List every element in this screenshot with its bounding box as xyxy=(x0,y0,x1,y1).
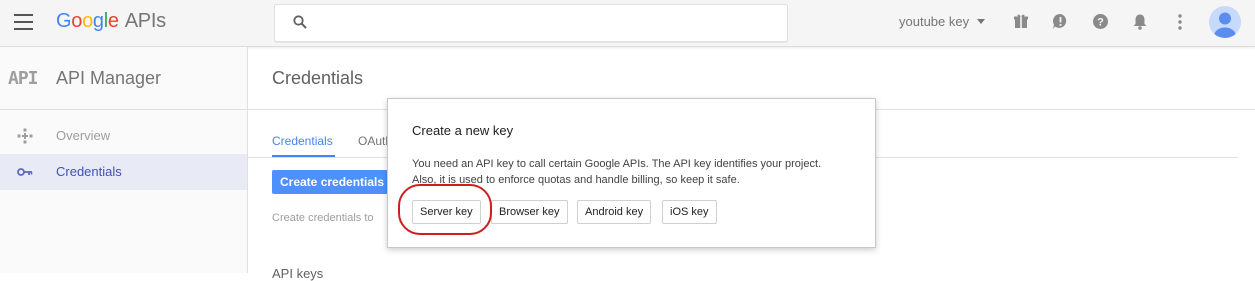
notifications-icon[interactable] xyxy=(1132,13,1150,31)
create-credentials-button[interactable]: Create credentials xyxy=(272,170,388,194)
help-icon[interactable]: ? xyxy=(1092,13,1110,31)
avatar[interactable] xyxy=(1209,6,1241,38)
search-icon xyxy=(293,15,307,34)
feedback-icon[interactable] xyxy=(1052,13,1070,31)
sidebar-title: API Manager xyxy=(56,68,162,88)
overview-icon xyxy=(17,128,33,149)
browser-key-button[interactable]: Browser key xyxy=(491,200,568,224)
tab-credentials[interactable]: Credentials xyxy=(272,134,333,148)
top-bar: Google APIs youtube key ? xyxy=(0,0,1255,47)
menu-icon[interactable] xyxy=(14,14,33,30)
logo-letter: G xyxy=(56,10,72,32)
svg-text:?: ? xyxy=(1097,17,1104,29)
more-vert-icon[interactable] xyxy=(1172,13,1190,31)
sidebar-item-label: Overview xyxy=(56,128,111,143)
sidebar-item-label: Credentials xyxy=(56,164,122,179)
search-bar[interactable] xyxy=(274,4,788,42)
logo-letter: o xyxy=(71,10,83,32)
annotation-highlight-circle xyxy=(398,184,492,235)
page-title: Credentials xyxy=(272,68,364,88)
project-selector[interactable]: youtube key xyxy=(899,14,986,29)
section-heading: API keys xyxy=(272,266,324,281)
logo-letter: o xyxy=(82,10,93,32)
api-manager-icon: API xyxy=(8,68,38,89)
dialog-description: You need an API key to call certain Goog… xyxy=(412,158,822,186)
google-apis-logo[interactable]: Google APIs xyxy=(56,10,166,33)
sidebar-item-credentials[interactable]: Credentials xyxy=(0,154,247,190)
chevron-down-icon xyxy=(977,19,986,24)
project-name: youtube key xyxy=(899,14,970,29)
logo-letter: g xyxy=(92,10,104,32)
sidebar-header: API API Manager xyxy=(0,47,247,110)
ios-key-button[interactable]: iOS key xyxy=(662,200,717,224)
hint-text: Create credentials to xyxy=(272,212,374,224)
sidebar: API API Manager Overview Credentials xyxy=(0,47,248,273)
logo-letter: e xyxy=(107,10,119,32)
key-icon xyxy=(17,164,33,185)
dialog-title: Create a new key xyxy=(412,123,514,138)
search-input[interactable] xyxy=(319,11,773,35)
logo-product-name: APIs xyxy=(124,10,166,32)
android-key-button[interactable]: Android key xyxy=(577,200,652,224)
gift-icon[interactable] xyxy=(1013,13,1031,31)
sidebar-item-overview[interactable]: Overview xyxy=(0,118,247,154)
